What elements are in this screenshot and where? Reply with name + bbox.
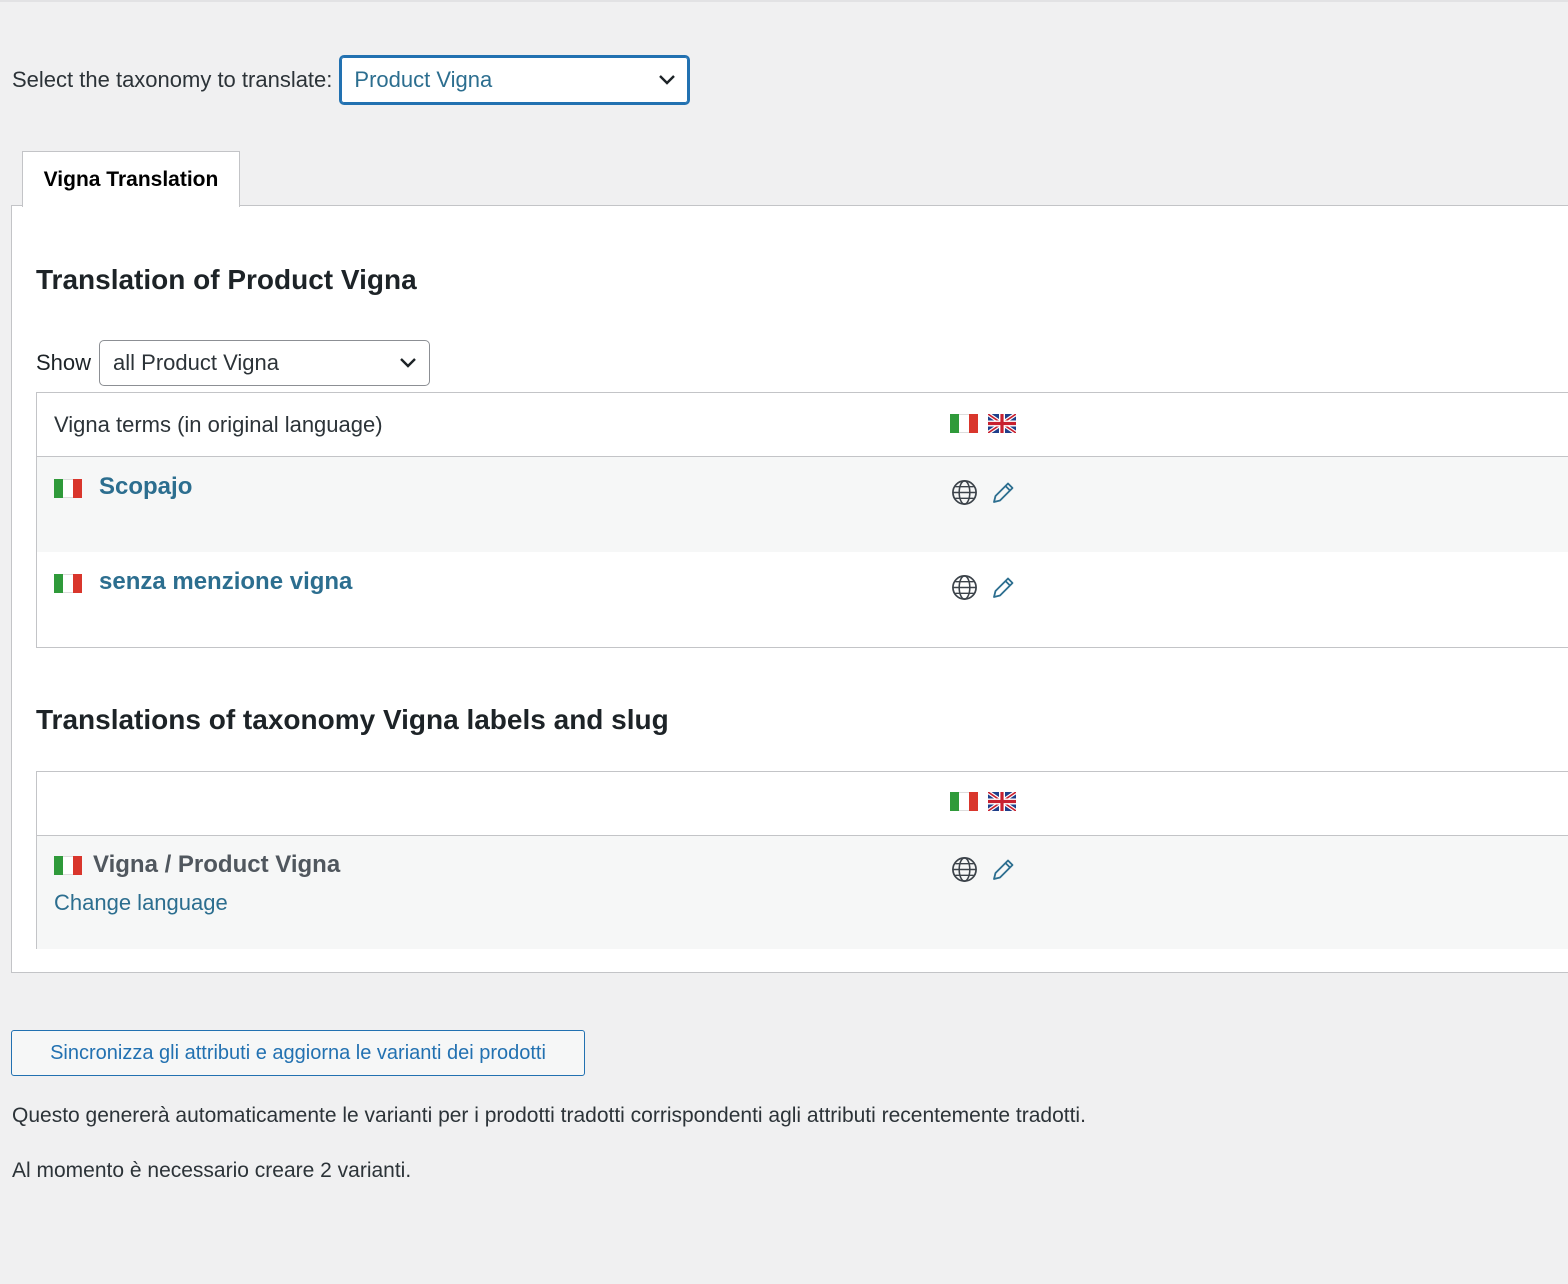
taxonomy-labels-title: Vigna / Product Vigna — [93, 851, 341, 878]
italian-flag-icon — [54, 856, 82, 875]
term-link[interactable]: senza menzione vigna — [99, 568, 352, 596]
globe-icon[interactable] — [951, 574, 978, 601]
taxonomy-select-value: Product Vigna — [354, 67, 493, 92]
language-flags — [950, 792, 1016, 811]
show-filter-value: all Product Vigna — [113, 350, 279, 375]
pencil-icon[interactable] — [990, 857, 1016, 883]
taxonomy-selector-label: Select the taxonomy to translate: — [12, 67, 333, 92]
language-flags — [950, 414, 1016, 433]
row-actions — [951, 479, 1016, 506]
sync-button-label: Sincronizza gli attributi e aggiorna le … — [50, 1041, 546, 1064]
terms-section-title: Translation of Product Vigna — [36, 264, 417, 295]
labels-table-header — [37, 772, 1568, 836]
show-label: Show — [36, 350, 92, 375]
globe-icon[interactable] — [951, 479, 978, 506]
show-filter-select[interactable]: all Product Vigna — [99, 340, 431, 386]
terms-table-header: Vigna terms (in original language) — [37, 393, 1568, 457]
change-language-link[interactable]: Change language — [54, 890, 228, 916]
tab-vigna-translation[interactable]: Vigna Translation — [22, 151, 240, 207]
pencil-icon[interactable] — [990, 480, 1016, 506]
tab-label: Vigna Translation — [43, 167, 219, 191]
italian-flag-icon — [54, 574, 82, 593]
uk-flag-icon — [988, 414, 1016, 433]
taxonomy-select[interactable]: Product Vigna — [339, 55, 691, 105]
show-filter-row: Show all Product Vigna — [36, 340, 431, 386]
taxonomy-selector-row: Select the taxonomy to translate: Produc… — [12, 55, 691, 105]
terms-header-label: Vigna terms (in original language) — [54, 412, 383, 437]
sync-attributes-button[interactable]: Sincronizza gli attributi e aggiorna le … — [11, 1030, 585, 1076]
globe-icon[interactable] — [951, 856, 978, 883]
pencil-icon[interactable] — [990, 575, 1016, 601]
table-row: Vigna / Product Vigna Change language — [37, 836, 1568, 949]
top-divider — [0, 0, 1568, 2]
chevron-down-icon — [400, 358, 416, 368]
labels-table: Vigna / Product Vigna Change language — [36, 771, 1568, 949]
row-actions — [951, 856, 1016, 883]
term-link[interactable]: Scopajo — [99, 473, 192, 501]
sync-note: Questo genererà automaticamente le varia… — [12, 1104, 1086, 1127]
terms-table: Vigna terms (in original language) Scopa… — [36, 392, 1568, 648]
table-row: senza menzione vigna — [37, 552, 1568, 647]
italian-flag-icon — [54, 479, 82, 498]
italian-flag-icon — [950, 414, 978, 433]
chevron-down-icon — [659, 75, 676, 85]
italian-flag-icon — [950, 792, 978, 811]
variants-count-note: Al momento è necessario creare 2 variant… — [12, 1159, 412, 1182]
labels-section-title: Translations of taxonomy Vigna labels an… — [36, 704, 669, 735]
table-row: Scopajo — [37, 457, 1568, 552]
uk-flag-icon — [988, 792, 1016, 811]
row-actions — [951, 574, 1016, 601]
